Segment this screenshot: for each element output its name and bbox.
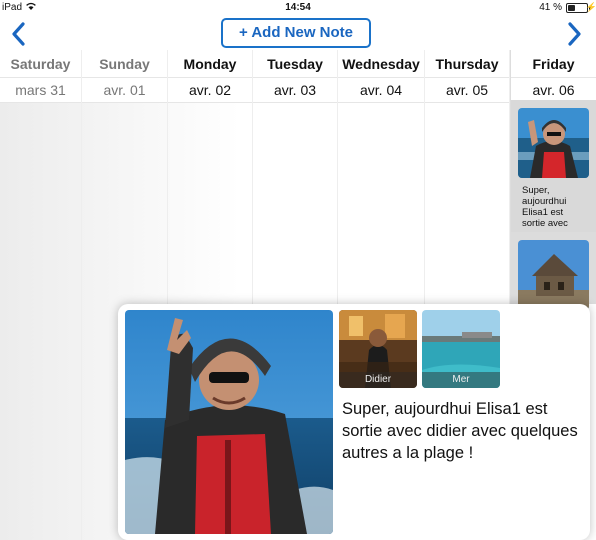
day-date: avr. 04 <box>359 82 403 98</box>
status-bar: iPad 14:54 41 % ⚡ <box>0 0 596 16</box>
main-photo[interactable] <box>125 310 333 534</box>
day-date: mars 31 <box>15 82 66 98</box>
day-name: Wednesday <box>342 56 420 72</box>
battery-icon <box>566 3 588 13</box>
battery-percent: 41 % <box>539 2 562 13</box>
day-name: Monday <box>183 56 237 72</box>
thumbnail-photo-mer[interactable]: Mer <box>422 310 500 388</box>
thumbnail-photo-didier[interactable]: Didier <box>339 310 417 388</box>
note-thumbnail <box>518 108 589 178</box>
day-name: Thursday <box>435 56 499 72</box>
chevron-right-icon <box>568 22 581 46</box>
note-thumbnail <box>518 240 589 310</box>
charging-icon: ⚡ <box>585 2 596 12</box>
day-date: avr. 03 <box>273 82 317 98</box>
day-date: avr. 02 <box>188 82 232 98</box>
add-new-note-button[interactable]: + Add New Note <box>221 18 371 48</box>
note-text: Super, aujourdhui Elisa1 est sortie avec… <box>342 400 578 462</box>
day-column-saturday[interactable]: Saturday mars 31 <box>0 50 82 540</box>
previous-week-button[interactable] <box>7 20 31 48</box>
thumbnail-caption: Mer <box>422 372 500 388</box>
day-name: Sunday <box>99 56 150 72</box>
note-preview-text: Super, aujourdhui Elisa1 est sortie avec <box>522 185 568 229</box>
status-time: 14:54 <box>285 2 311 13</box>
day-date: avr. 06 <box>532 82 575 98</box>
day-name: Friday <box>532 56 575 72</box>
day-date: avr. 05 <box>445 82 489 98</box>
day-name: Saturday <box>10 56 71 72</box>
note-detail-popup[interactable]: Didier Mer Super, aujourdhui Elisa1 est … <box>118 304 590 540</box>
thumbnail-caption: Didier <box>339 372 417 388</box>
day-date: avr. 01 <box>103 82 146 98</box>
friday-note-card[interactable]: Super, aujourdhui Elisa1 est sortie avec <box>511 100 596 232</box>
day-name: Tuesday <box>267 56 323 72</box>
friday-note-card[interactable] <box>511 232 596 310</box>
next-week-button[interactable] <box>562 20 586 48</box>
chevron-left-icon <box>12 22 25 46</box>
